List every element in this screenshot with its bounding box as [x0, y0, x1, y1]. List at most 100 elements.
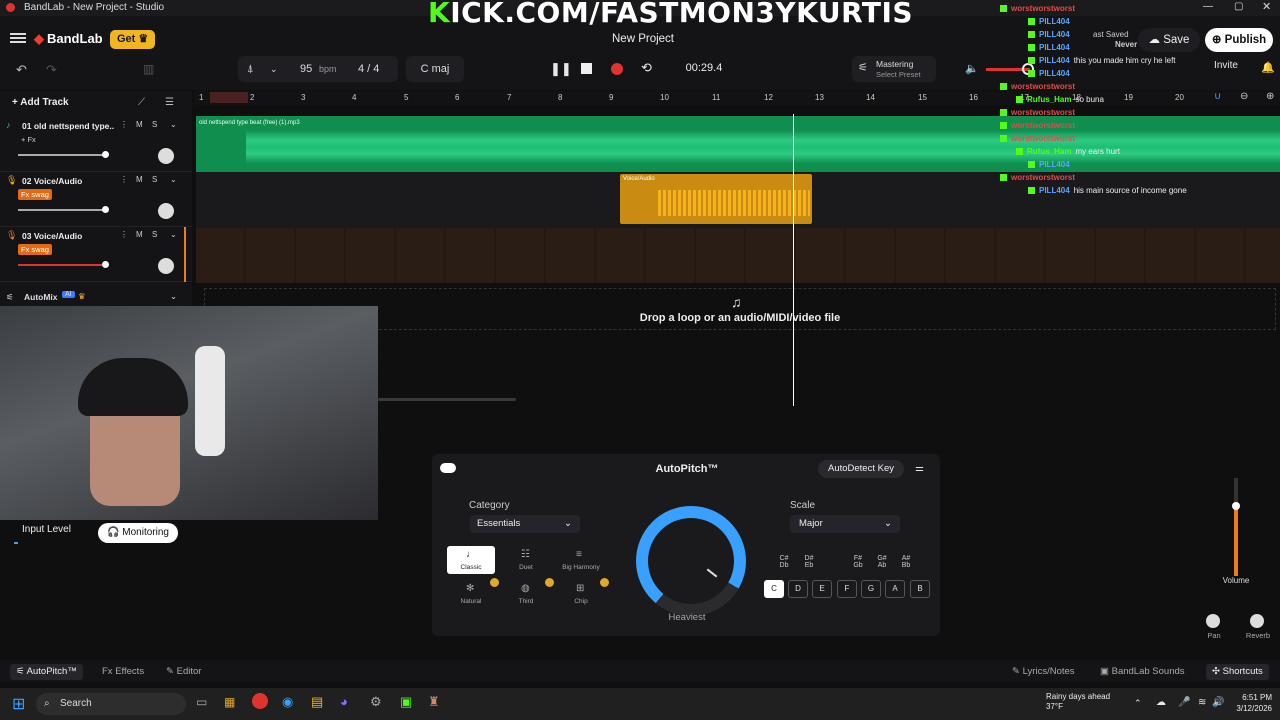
undo-icon[interactable]: ↶ [16, 62, 27, 78]
track-lane[interactable] [196, 228, 1280, 283]
playhead[interactable] [793, 114, 794, 406]
note-key[interactable]: C [764, 580, 784, 598]
get-membership-button[interactable]: Get ♛ [110, 30, 156, 49]
track-menu-icon[interactable]: ⋮ [120, 175, 128, 184]
sharp-key[interactable]: D# Eb [801, 555, 817, 569]
monitoring-button[interactable]: 🎧 Monitoring [98, 523, 178, 543]
chevron-down-icon[interactable]: ⌄ [170, 291, 177, 302]
task-view-icon[interactable]: ▭ [196, 695, 207, 709]
menu-icon[interactable] [10, 31, 26, 45]
grid-icon[interactable]: ▥ [143, 62, 154, 76]
sharp-key[interactable]: G# Ab [874, 555, 890, 569]
mastering-button[interactable]: ⚟ Mastering Select Preset [852, 56, 936, 82]
mute-button[interactable]: M [136, 230, 143, 239]
volume-slider[interactable] [1234, 478, 1238, 576]
track-volume-slider[interactable] [18, 261, 109, 268]
preset-big-harmony[interactable]: ≡ Big Harmony [557, 546, 605, 574]
chevron-down-icon[interactable]: ⌄ [170, 230, 177, 239]
volume-handle[interactable] [1232, 502, 1240, 510]
chevron-up-icon[interactable]: ⌃ [1134, 698, 1142, 709]
weather-widget[interactable]: Rainy days ahead 37°F [1046, 692, 1110, 712]
automix-row[interactable]: ⚟ AutoMix AI ♛ ⌄ [0, 288, 192, 306]
sharp-key[interactable]: F# Gb [850, 555, 866, 569]
correction-dial-center[interactable] [648, 518, 734, 604]
slider-handle[interactable] [102, 261, 109, 268]
time-signature[interactable]: 4 / 4 [358, 56, 379, 82]
obs-icon[interactable]: ▣ [400, 694, 412, 710]
store-icon[interactable]: ▦ [224, 695, 235, 709]
speaker-icon[interactable]: 🔈 [965, 62, 979, 75]
pan-knob[interactable] [1206, 614, 1220, 628]
record-button[interactable] [611, 63, 623, 75]
tab-autopitch[interactable]: ⚟ AutoPitch™ [10, 664, 83, 680]
horizontal-scrollbar[interactable] [378, 398, 516, 401]
sharp-key[interactable]: C# Db [776, 555, 792, 569]
slider-handle[interactable] [102, 151, 109, 158]
audio-clip[interactable]: Voice/Audio [620, 174, 812, 224]
note-key[interactable]: D [788, 580, 808, 598]
track-volume-slider[interactable] [18, 206, 109, 213]
track-name[interactable]: 03 Voice/Audio [22, 231, 114, 241]
solo-button[interactable]: S [152, 120, 157, 129]
note-key[interactable]: A [885, 580, 905, 598]
track-fx-button[interactable]: + Fx [18, 134, 39, 145]
note-key[interactable]: G [861, 580, 881, 598]
track-name[interactable]: 01 old nettspend type... [22, 121, 114, 131]
mute-button[interactable]: M [136, 175, 143, 184]
track-name[interactable]: 02 Voice/Audio [22, 176, 114, 186]
volume-icon[interactable]: 🔊 [1212, 697, 1224, 708]
track-fx-badge[interactable]: Fx swag [18, 189, 52, 200]
track-row[interactable]: 🎙 02 Voice/Audio Fx swag ⋮ M S ⌄ [0, 172, 192, 227]
metronome-chevron-icon[interactable]: ⌄ [270, 56, 278, 82]
tab-bandlab-sounds[interactable]: ▣ BandLab Sounds [1100, 664, 1185, 680]
steam-icon[interactable]: ⚙ [370, 694, 382, 710]
reverb-knob[interactable] [1250, 614, 1264, 628]
wand-icon[interactable]: ⟋ [138, 97, 145, 108]
autodetect-key-button[interactable]: AutoDetect Key [818, 460, 904, 478]
sharp-key[interactable]: A# Bb [898, 555, 914, 569]
redo-icon[interactable]: ↷ [46, 62, 57, 78]
stop-button[interactable] [581, 63, 592, 74]
taskbar-search[interactable]: ⌕ Search [36, 693, 186, 715]
bpm-value[interactable]: 95 [300, 56, 312, 82]
preset-chip[interactable]: ⊞ Chip [557, 578, 609, 608]
solo-button[interactable]: S [152, 175, 157, 184]
note-key[interactable]: F [837, 580, 857, 598]
pan-knob[interactable] [158, 258, 174, 274]
tab-shortcuts[interactable]: ✣ Shortcuts [1206, 664, 1269, 680]
scale-select[interactable]: Major ⌄ [790, 515, 900, 533]
key-selector[interactable]: C maj [406, 56, 464, 82]
track-menu-icon[interactable]: ⋮ [120, 120, 128, 129]
track-volume-slider[interactable] [18, 151, 109, 158]
add-track-button[interactable]: + Add Track [12, 97, 69, 108]
pause-button[interactable]: ❚❚ [550, 62, 572, 76]
pan-knob[interactable] [158, 148, 174, 164]
taskbar-clock[interactable]: 6:51 PM 3/12/2026 [1228, 692, 1272, 714]
autopitch-toggle[interactable] [440, 463, 456, 473]
tab-lyrics-notes[interactable]: ✎ Lyrics/Notes [1012, 664, 1075, 680]
app-icon[interactable]: ♜ [428, 694, 440, 710]
track-menu-icon[interactable]: ⋮ [120, 230, 128, 239]
edge-icon[interactable]: ◉ [282, 694, 293, 710]
mute-button[interactable]: M [136, 120, 143, 129]
pan-knob[interactable] [158, 203, 174, 219]
track-row[interactable]: 🎙 03 Voice/Audio Fx swag ⋮ M S ⌄ [0, 227, 192, 282]
track-settings-icon[interactable]: ☰ [165, 97, 174, 108]
note-key[interactable]: B [910, 580, 930, 598]
sliders-icon[interactable]: ⚌ [915, 463, 924, 474]
track-fx-badge[interactable]: Fx swag [18, 244, 52, 255]
project-title[interactable]: New Project [580, 33, 706, 45]
loop-region[interactable] [210, 92, 248, 103]
preset-classic[interactable]: ♩ Classic [447, 546, 495, 574]
track-row[interactable]: ♪ 01 old nettspend type... + Fx ⋮ M S ⌄ [0, 117, 192, 172]
preset-natural[interactable]: ✻ Natural [447, 578, 499, 608]
chevron-down-icon[interactable]: ⌄ [170, 175, 177, 184]
tray-icon[interactable]: ☁ [1156, 697, 1166, 708]
wifi-icon[interactable]: ≋ [1198, 697, 1206, 708]
folder-icon[interactable]: ▤ [311, 694, 323, 710]
bandlab-logo[interactable]: ◆ BandLab [34, 31, 103, 47]
preset-third[interactable]: ◍ Third [502, 578, 554, 608]
discord-icon[interactable]: ◕ [340, 694, 348, 709]
mic-icon[interactable]: 🎤 [1178, 697, 1190, 708]
category-select[interactable]: Essentials ⌄ [470, 515, 580, 533]
